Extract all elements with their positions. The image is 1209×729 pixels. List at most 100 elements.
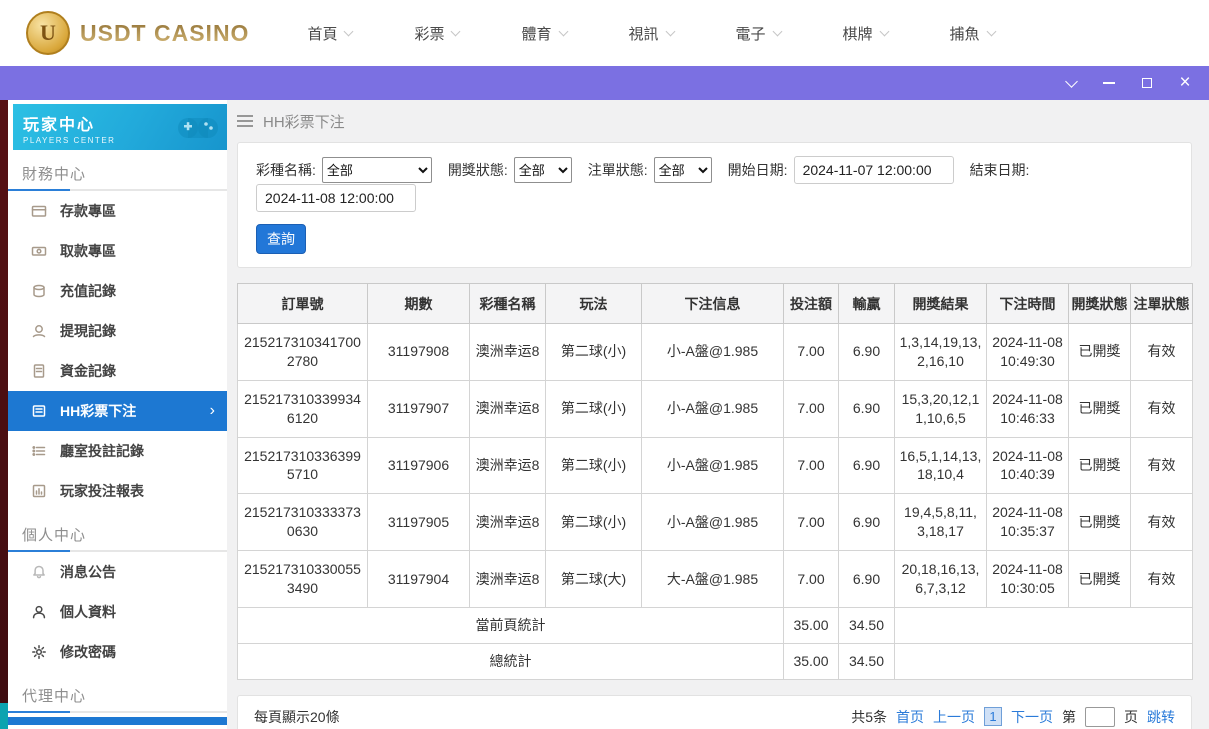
nav-item-lottery[interactable]: 彩票 [414, 23, 461, 44]
jump-button[interactable]: 跳转 [1147, 707, 1175, 727]
sidebar-item-cashout-record[interactable]: 提現記錄 [8, 311, 227, 351]
cell-draw-status: 已開獎 [1068, 436, 1131, 495]
bets-table: 訂單號 期數 彩種名稱 玩法 下注信息 投注額 輸贏 開獎結果 下注時間 開獎狀… [237, 283, 1193, 680]
page-title: HH彩票下注 [263, 113, 345, 131]
cell-win-loss: 6.90 [838, 550, 895, 608]
cell-order-status: 有效 [1130, 379, 1193, 438]
search-button[interactable]: 查詢 [256, 224, 306, 254]
sidebar-item-label: HH彩票下注 [60, 403, 137, 419]
withdraw-icon [30, 243, 47, 260]
col-order-status: 注單狀態 [1130, 283, 1193, 324]
sidebar-item-deposit[interactable]: 存款專區 [8, 191, 227, 231]
sidebar-item-label: 取款專區 [60, 243, 116, 259]
end-date-input[interactable] [256, 184, 416, 212]
chevron-down-icon [451, 26, 461, 36]
lottery-bet-icon [30, 403, 47, 420]
main-menu: 首頁 彩票 體育 視訊 電子 棋牌 捕魚 [307, 23, 997, 44]
total-count-text: 共5条 [851, 708, 887, 725]
current-page-button[interactable]: 1 [984, 707, 1002, 727]
cell-lottery: 澳洲幸运8 [469, 379, 546, 438]
minimize-icon [1103, 82, 1115, 84]
sidebar-item-hall-bet-record[interactable]: 廳室投註記錄 [8, 431, 227, 471]
cell-period: 31197907 [367, 379, 470, 438]
col-play: 玩法 [545, 283, 642, 324]
end-date-label: 結束日期: [969, 162, 1030, 178]
table-row: 2152173103300553490 31197904 澳洲幸运8 第二球(大… [237, 550, 1193, 608]
prev-page-link[interactable]: 上一页 [933, 707, 975, 727]
nav-item-cards[interactable]: 棋牌 [843, 23, 889, 44]
cell-order-status: 有效 [1130, 493, 1193, 552]
nav-item-home[interactable]: 首頁 [307, 23, 354, 44]
first-page-link[interactable]: 首页 [896, 707, 924, 727]
jump-suffix-label: 页 [1124, 708, 1138, 725]
sidebar-item-recharge-record[interactable]: 充值記錄 [8, 271, 227, 311]
cell-order-no: 2152173103417002780 [237, 323, 368, 381]
lottery-name-select[interactable]: 全部 [321, 157, 432, 183]
site-logo[interactable]: U USDT CASINO [26, 11, 249, 55]
draw-status-select[interactable]: 全部 [513, 157, 572, 183]
cell-order-status: 有效 [1130, 550, 1193, 608]
sidebar-item-funds-record[interactable]: 資金記錄 [8, 351, 227, 391]
sidebar-item-label: 個人資料 [60, 604, 116, 620]
sidebar-item-label: 玩家投注報表 [60, 483, 144, 499]
sidebar-item-hh-lottery-bets[interactable]: HH彩票下注 › [8, 391, 227, 431]
draw-status-label: 開獎狀態: [447, 162, 508, 178]
jump-page-input[interactable] [1085, 706, 1115, 727]
collapse-button[interactable] [1063, 74, 1079, 91]
bets-table-card: 訂單號 期數 彩種名稱 玩法 下注信息 投注額 輸贏 開獎結果 下注時間 開獎狀… [237, 283, 1193, 680]
cell-result: 15,3,20,12,11,10,6,5 [894, 379, 987, 438]
next-page-link[interactable]: 下一页 [1011, 707, 1053, 727]
nav-label: 捕魚 [949, 25, 980, 43]
cell-win-loss: 6.90 [838, 323, 895, 381]
nav-label: 彩票 [414, 25, 445, 43]
cell-bet-amount: 7.00 [783, 323, 839, 381]
sidebar-item-label: 提現記錄 [60, 323, 116, 339]
close-button[interactable]: × [1177, 73, 1193, 92]
report-icon [30, 483, 47, 500]
sidebar-item-announcements[interactable]: 消息公告 [8, 552, 227, 592]
section-divider [8, 711, 227, 713]
usdt-coin-icon: U [26, 11, 70, 55]
chevron-down-icon [1064, 74, 1078, 88]
sidebar-item-label: 修改密碼 [60, 644, 116, 660]
nav-item-slots[interactable]: 電子 [736, 23, 782, 44]
sidebar-item-change-password[interactable]: 修改密碼 [8, 632, 227, 672]
cell-play: 第二球(小) [545, 436, 642, 495]
players-center-header: 玩家中心 PLAYERS CENTER [13, 104, 227, 150]
cell-win-loss: 6.90 [838, 493, 895, 552]
cell-bet-amount: 7.00 [783, 379, 839, 438]
cell-bet-time: 2024-11-08 10:49:30 [986, 323, 1069, 381]
cell-bet-time: 2024-11-08 10:46:33 [986, 379, 1069, 438]
order-status-select[interactable]: 全部 [653, 157, 712, 183]
cell-order-no: 2152173103300553490 [237, 550, 368, 608]
sidebar-item-withdraw[interactable]: 取款專區 [8, 231, 227, 271]
cell-period: 31197908 [367, 323, 470, 381]
sidebar-item-profile[interactable]: 個人資料 [8, 592, 227, 632]
maximize-button[interactable] [1139, 75, 1155, 91]
total-summary-empty [894, 642, 1193, 680]
total-summary-label: 總統計 [237, 642, 784, 680]
cell-order-no: 2152173103399346120 [237, 379, 368, 438]
col-draw-status: 開獎狀態 [1068, 283, 1131, 324]
top-navigation: U USDT CASINO 首頁 彩票 體育 視訊 電子 棋牌 捕魚 [0, 0, 1209, 66]
sidebar-item-label: 資金記錄 [60, 363, 116, 379]
nav-item-sports[interactable]: 體育 [521, 23, 568, 44]
chevron-down-icon [986, 26, 997, 36]
cell-bet-info: 大-A盤@1.985 [641, 550, 784, 608]
maximize-icon [1142, 78, 1152, 88]
start-date-input[interactable] [793, 156, 954, 184]
site-logo-text: USDT CASINO [80, 19, 250, 46]
chevron-down-icon [772, 26, 782, 36]
nav-item-fishing[interactable]: 捕魚 [949, 23, 997, 44]
sidebar-item-player-report[interactable]: 玩家投注報表 [8, 471, 227, 511]
sidebar: 玩家中心 PLAYERS CENTER 財務中心 存款專區 取款專區 充值記錄 … [8, 100, 227, 729]
minimize-button[interactable] [1101, 75, 1117, 91]
menu-icon[interactable] [237, 115, 253, 127]
cell-bet-amount: 7.00 [783, 493, 839, 552]
page-summary-win-loss: 34.50 [838, 606, 895, 644]
nav-item-video[interactable]: 視訊 [629, 23, 675, 44]
pagination-bar: 每頁顯示20條 共5条 首页 上一页 1 下一页 第 页 跳转 [237, 694, 1192, 729]
sidebar-item-cutoff[interactable] [8, 717, 227, 725]
bell-icon [30, 564, 47, 581]
page-size-text: 每頁顯示20條 [254, 708, 340, 725]
